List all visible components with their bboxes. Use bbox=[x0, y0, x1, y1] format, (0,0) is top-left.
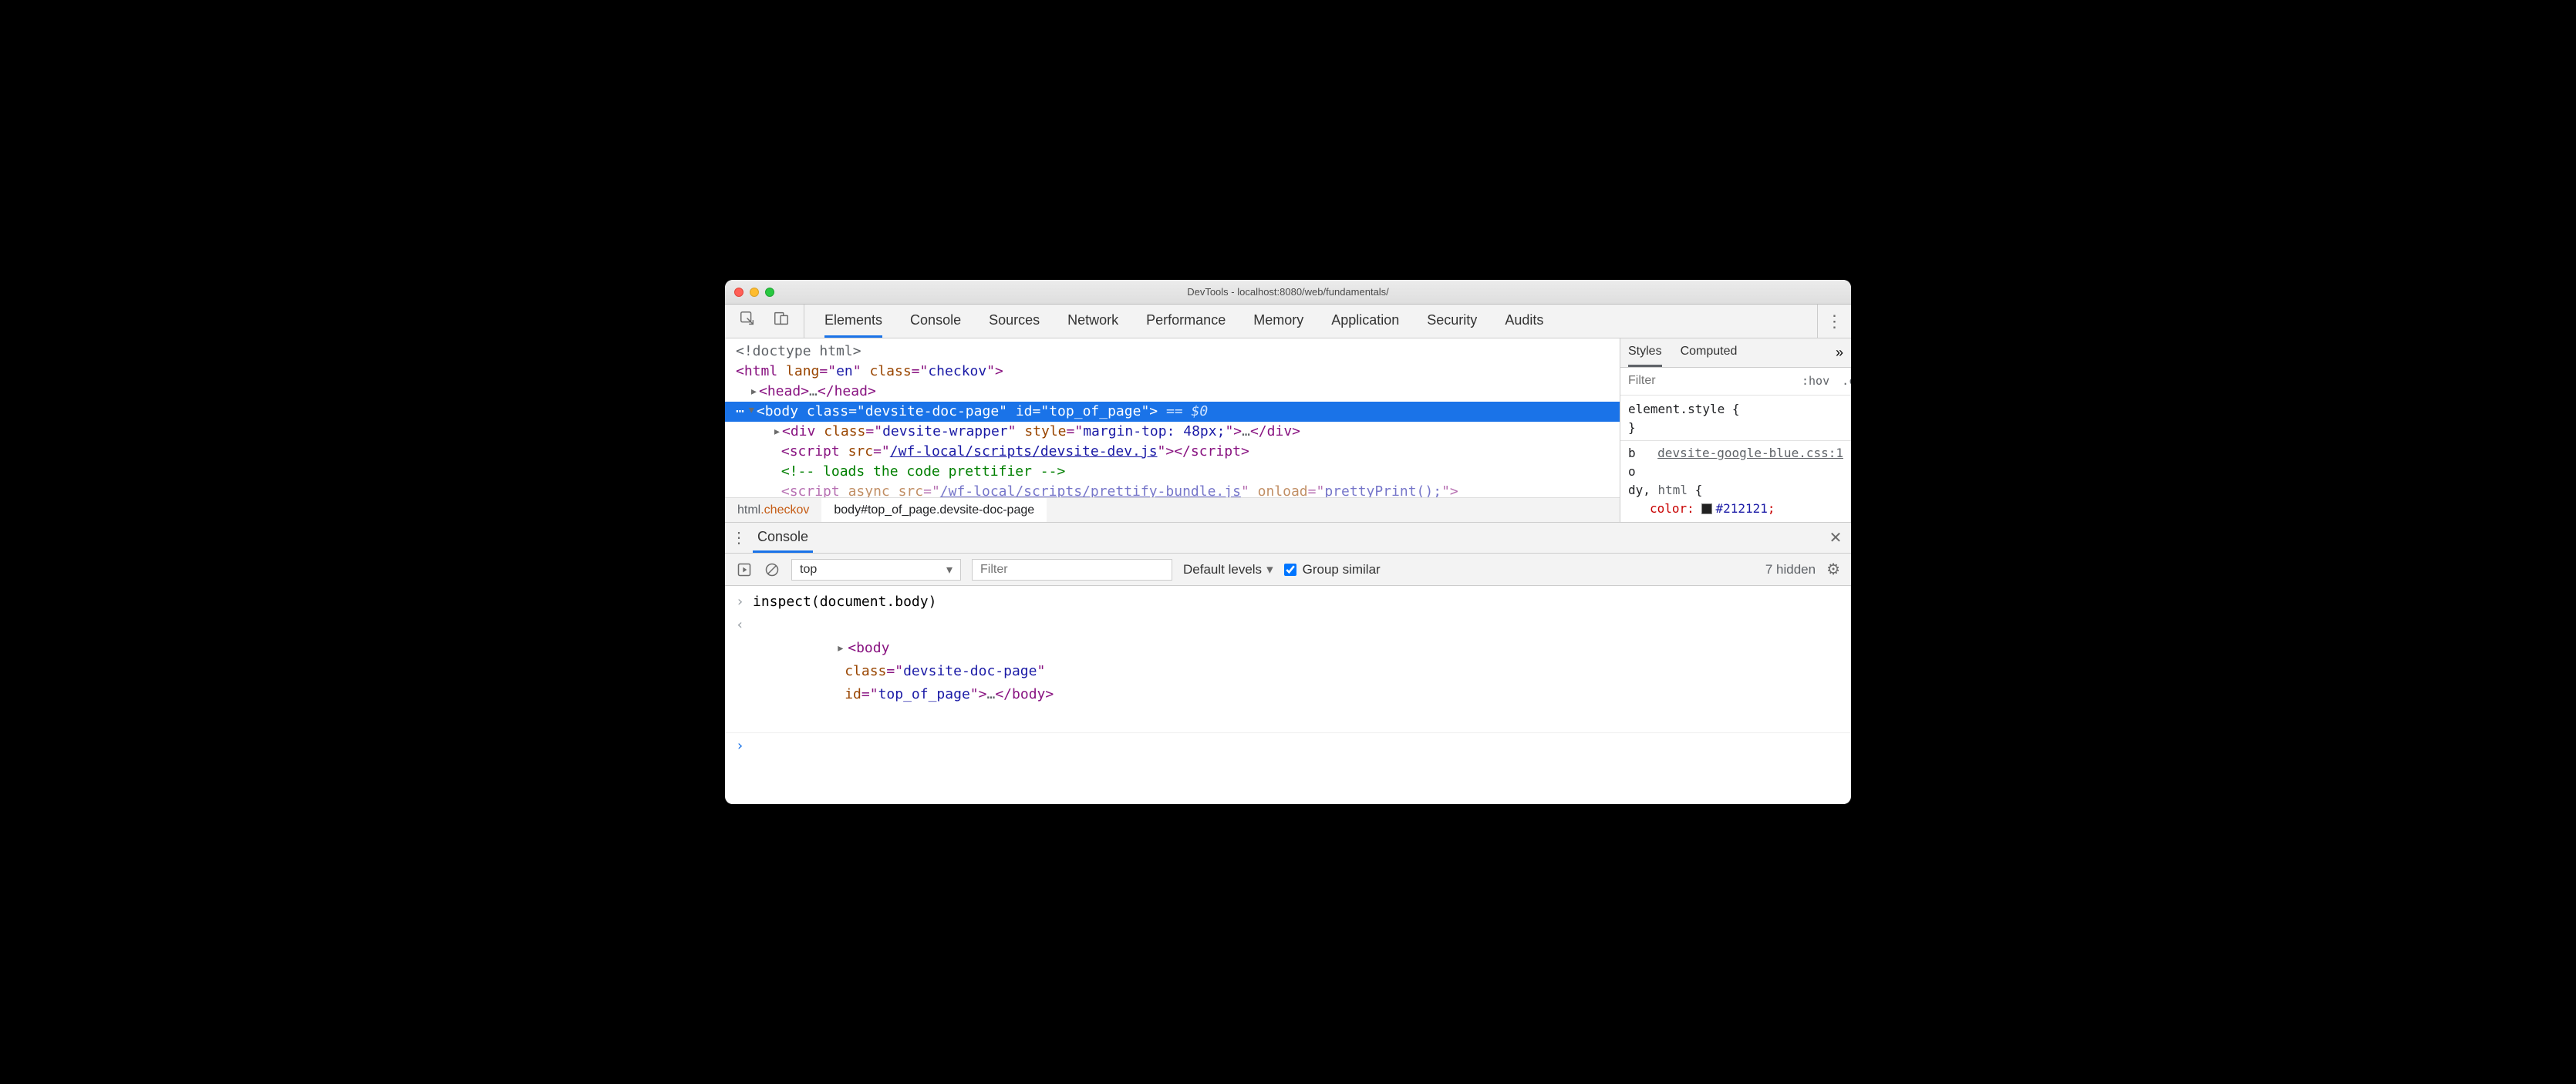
console-drawer: Console ✕ top▾ Default levels▾ Group sim… bbox=[725, 522, 1851, 804]
css-prop-color[interactable]: color: #212121; bbox=[1628, 500, 1843, 518]
dom-script-1[interactable]: <script src="/wf-local/scripts/devsite-d… bbox=[736, 442, 1620, 462]
tab-application[interactable]: Application bbox=[1331, 305, 1399, 338]
hidden-count[interactable]: 7 hidden bbox=[1765, 562, 1816, 577]
styles-tab-computed[interactable]: Computed bbox=[1681, 338, 1738, 367]
styles-toolbar: :hov .cls ＋ bbox=[1620, 368, 1851, 396]
drawer-header: Console ✕ bbox=[725, 523, 1851, 554]
drawer-close-button[interactable]: ✕ bbox=[1820, 523, 1851, 553]
css-rule-line3: dy, html { bbox=[1628, 481, 1843, 500]
console-input-row[interactable]: ›inspect(document.body) bbox=[725, 591, 1851, 614]
breadcrumb-html[interactable]: html.checkov bbox=[725, 498, 821, 522]
dom-div-wrapper[interactable]: ▸<div class="devsite-wrapper" style="mar… bbox=[736, 422, 1620, 442]
clear-console-icon[interactable] bbox=[764, 561, 781, 578]
styles-body[interactable]: element.style { } b devsite-google-blue.… bbox=[1620, 396, 1851, 522]
log-levels-selector[interactable]: Default levels▾ bbox=[1183, 562, 1273, 577]
styles-panel: Styles Computed » :hov .cls ＋ element.st… bbox=[1620, 338, 1851, 522]
color-swatch-icon[interactable] bbox=[1701, 503, 1712, 514]
context-selector[interactable]: top▾ bbox=[791, 559, 961, 581]
titlebar: DevTools - localhost:8080/web/fundamenta… bbox=[725, 280, 1851, 305]
content-row: <!doctype html> <html lang="en" class="c… bbox=[725, 338, 1851, 522]
toggle-hov-button[interactable]: :hov bbox=[1795, 374, 1836, 388]
drawer-menu-button[interactable] bbox=[725, 523, 753, 553]
main-toolbar: Elements Console Sources Network Perform… bbox=[725, 305, 1851, 338]
drawer-tab-console[interactable]: Console bbox=[753, 523, 813, 553]
tab-performance[interactable]: Performance bbox=[1146, 305, 1226, 338]
more-menu-button[interactable] bbox=[1817, 305, 1851, 338]
console-body[interactable]: ›inspect(document.body) ‹ ▸<body class="… bbox=[725, 586, 1851, 804]
devtools-window: DevTools - localhost:8080/web/fundamenta… bbox=[725, 280, 1851, 804]
inspect-element-icon[interactable] bbox=[739, 310, 756, 332]
styles-filter-input[interactable] bbox=[1620, 374, 1795, 388]
device-toolbar-icon[interactable] bbox=[773, 310, 790, 332]
dom-comment[interactable]: <!-- loads the code prettifier --> bbox=[736, 462, 1620, 482]
kebab-icon bbox=[1826, 311, 1843, 332]
console-settings-icon[interactable]: ⚙ bbox=[1826, 560, 1840, 579]
tab-elements[interactable]: Elements bbox=[824, 305, 882, 338]
dom-head[interactable]: ▸<head>…</head> bbox=[736, 382, 1620, 402]
group-similar-toggle[interactable]: Group similar bbox=[1284, 562, 1381, 577]
styles-tabs: Styles Computed » bbox=[1620, 338, 1851, 368]
window-title: DevTools - localhost:8080/web/fundamenta… bbox=[725, 286, 1851, 298]
elements-panel[interactable]: <!doctype html> <html lang="en" class="c… bbox=[725, 338, 1620, 522]
tab-audits[interactable]: Audits bbox=[1505, 305, 1543, 338]
run-icon[interactable] bbox=[736, 561, 753, 578]
css-rule[interactable]: b devsite-google-blue.css:1 bbox=[1628, 444, 1843, 463]
dom-doctype[interactable]: <!doctype html> bbox=[736, 342, 1620, 362]
dom-tree[interactable]: <!doctype html> <html lang="en" class="c… bbox=[725, 338, 1620, 502]
console-prompt[interactable]: › bbox=[725, 735, 1851, 758]
styles-more-icon[interactable]: » bbox=[1836, 345, 1843, 361]
rule-source-link[interactable]: devsite-google-blue.css:1 bbox=[1657, 444, 1843, 463]
tab-network[interactable]: Network bbox=[1067, 305, 1118, 338]
console-filter-input[interactable] bbox=[972, 559, 1172, 581]
element-style-rule[interactable]: element.style { bbox=[1628, 400, 1843, 419]
tab-security[interactable]: Security bbox=[1427, 305, 1477, 338]
breadcrumb-body[interactable]: body#top_of_page.devsite-doc-page bbox=[821, 498, 1047, 522]
tab-sources[interactable]: Sources bbox=[989, 305, 1040, 338]
brace-close: } bbox=[1628, 419, 1843, 437]
breadcrumb: html.checkov body#top_of_page.devsite-do… bbox=[725, 497, 1620, 522]
styles-tab-styles[interactable]: Styles bbox=[1628, 338, 1662, 367]
toggle-cls-button[interactable]: .cls bbox=[1836, 374, 1851, 388]
css-rule-line2: o bbox=[1628, 463, 1843, 481]
panel-tabs: Elements Console Sources Network Perform… bbox=[804, 305, 1817, 338]
group-similar-checkbox[interactable] bbox=[1284, 564, 1296, 576]
console-toolbar: top▾ Default levels▾ Group similar 7 hid… bbox=[725, 554, 1851, 586]
tab-memory[interactable]: Memory bbox=[1253, 305, 1303, 338]
console-result-row[interactable]: ‹ ▸<body class="devsite-doc-page" id="to… bbox=[725, 614, 1851, 733]
tab-console[interactable]: Console bbox=[910, 305, 961, 338]
dom-body-selected[interactable]: ⋯▾<body class="devsite-doc-page" id="top… bbox=[725, 402, 1620, 422]
dom-html[interactable]: <html lang="en" class="checkov"> bbox=[736, 362, 1620, 382]
